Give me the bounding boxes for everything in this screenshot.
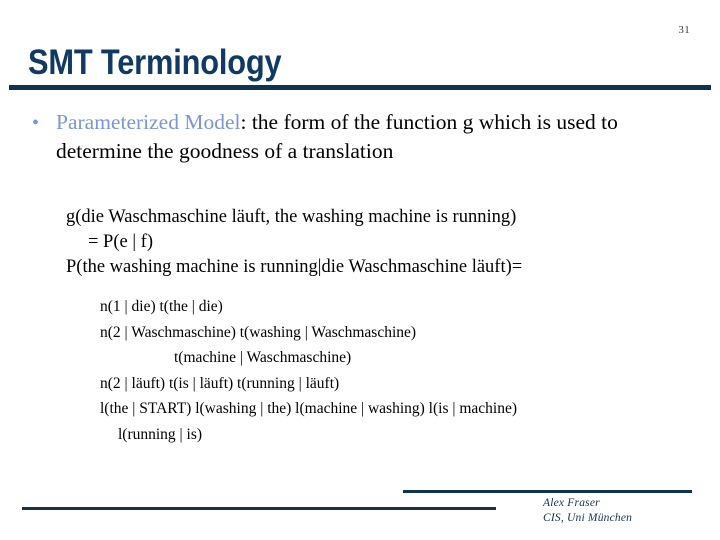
page-number: 31: [678, 24, 690, 36]
expansion-line-3: t(machine | Waschmaschine): [174, 349, 352, 366]
expansion-line-2: n(2 | Waschmaschine) t(washing | Waschma…: [100, 323, 417, 341]
expansion-line-6: l(running | is): [118, 425, 203, 443]
bullet-list: • Parameterized Model: the form of the f…: [29, 108, 669, 166]
bullet-point-icon: •: [32, 112, 40, 134]
expansion-line-1: n(1 | die) t(the | die): [100, 298, 223, 315]
footer-divider-left: [22, 507, 496, 510]
footer-affiliation: CIS, Uni München: [543, 512, 633, 524]
slide-canvas: 31 SMT Terminology • Parameterized Model…: [0, 0, 720, 540]
equation-line-2: = P(e | f): [88, 232, 153, 252]
expansion-block: n(1 | die) t(the | die) n(2 | Waschmasch…: [100, 294, 700, 447]
expansion-line-5: l(the | START) l(washing | the) l(machin…: [100, 400, 518, 417]
footer-author: Alex Fraser: [543, 497, 600, 509]
bullet-term-highlight: Parameterized Model: [56, 110, 241, 134]
bullet-item-text: Parameterized Model: the form of the fun…: [56, 108, 669, 166]
expansion-line-4: n(2 | läuft) t(is | läuft) t(running | l…: [100, 374, 340, 392]
equation-line-3: P(the washing machine is running|die Was…: [66, 257, 523, 277]
equation-line-1: g(die Waschmaschine läuft, the washing m…: [66, 207, 517, 227]
page-title: SMT Terminology: [28, 43, 282, 82]
footer-attribution: Alex Fraser CIS, Uni München: [543, 496, 632, 526]
title-divider: [9, 85, 711, 90]
list-item: • Parameterized Model: the form of the f…: [29, 108, 669, 166]
equation-block: g(die Waschmaschine läuft, the washing m…: [66, 205, 686, 280]
footer-divider-right: [403, 490, 692, 493]
